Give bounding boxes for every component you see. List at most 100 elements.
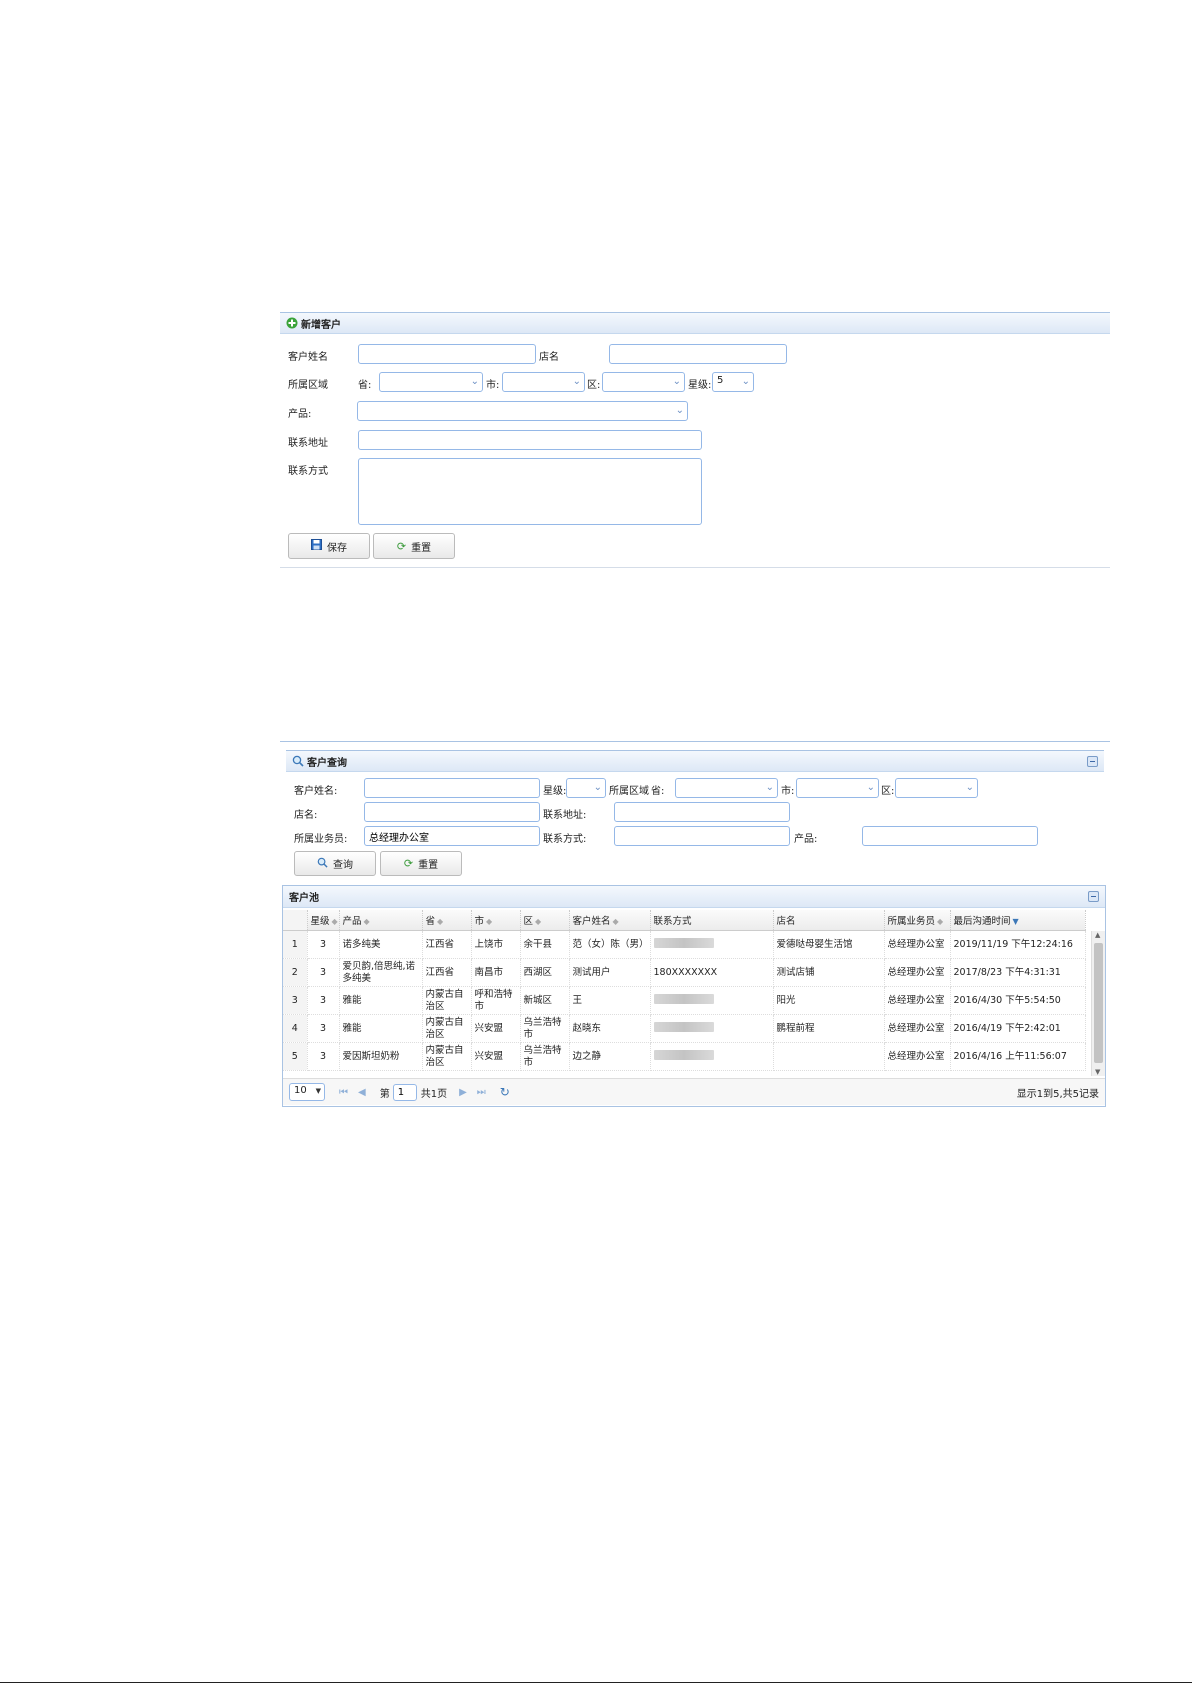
district-select[interactable]: ⌄ <box>602 372 685 392</box>
table-row[interactable]: 1 3 诺多纯美 江西省 上饶市 余干县 范（女）陈（男） 爱德哒母婴生活馆 总… <box>283 930 1086 959</box>
q-address-label: 联系地址: <box>543 810 587 821</box>
cell-city: 兴安盟 <box>471 1042 521 1071</box>
page-size-select[interactable]: 10 ▼ <box>289 1083 325 1101</box>
shop-input[interactable] <box>609 344 787 364</box>
q-star-select[interactable]: ⌄ <box>566 778 606 798</box>
cell-shop: 爱德哒母婴生活馆 <box>773 930 885 959</box>
add-customer-panel: 新增客户 客户姓名 店名 所属区域 省: ⌄ 市: ⌄ 区: ⌄ 星级: 5 ⌄ … <box>280 312 1110 569</box>
q-city-select[interactable]: ⌄ <box>796 778 879 798</box>
shop-label: 店名 <box>539 352 559 363</box>
row-number: 5 <box>283 1042 308 1071</box>
city-select[interactable]: ⌄ <box>502 372 585 392</box>
cell-product: 诺多纯美 <box>339 930 423 959</box>
redacted-contact <box>653 1049 714 1060</box>
sort-desc-icon: ▼ <box>1012 917 1019 926</box>
name-input[interactable] <box>358 344 536 364</box>
cell-district: 乌兰浩特市 <box>520 1014 570 1043</box>
col-customer-name[interactable]: 客户姓名 ◆ <box>569 910 651 931</box>
q-product-input[interactable] <box>862 826 1038 846</box>
table-row[interactable]: 3 3 雅能 内蒙古自治区 呼和浩特市 新城区 王 阳光 总经理办公室 2016… <box>283 986 1086 1015</box>
pagination-bar: 10 ▼ ⏮ ◀ 第 共1页 ▶ ⏭ ↻ 显示1到5,共5记录 <box>283 1078 1105 1105</box>
row-number-header <box>283 910 308 931</box>
grid-header: 客户池 <box>283 886 1105 908</box>
cell-shop: 阳光 <box>773 986 885 1015</box>
cell-last-contact: 2016/4/19 下午2:42:01 <box>950 1014 1086 1043</box>
save-button[interactable]: 保存 <box>288 533 370 559</box>
next-page-icon[interactable]: ▶ <box>459 1087 467 1098</box>
table-row[interactable]: 2 3 爱贝韵,倍思纯,诺多纯美 江西省 南昌市 西湖区 测试用户 180XXX… <box>283 958 1086 987</box>
grid-title: 客户池 <box>289 893 319 904</box>
reset-label: 重置 <box>411 542 432 554</box>
cell-contact-blurred <box>650 1014 774 1043</box>
q-reset-button[interactable]: ⟳ 重置 <box>380 851 462 876</box>
cell-province: 内蒙古自治区 <box>422 986 472 1015</box>
scroll-up-arrow[interactable]: ▲ <box>1095 931 1100 939</box>
cell-customer-name: 王 <box>569 986 651 1015</box>
table-row[interactable]: 5 3 爱因斯坦奶粉 内蒙古自治区 兴安盟 乌兰浩特市 边之静 总经理办公室 2… <box>283 1042 1086 1071</box>
chevron-down-icon: ⌄ <box>965 782 974 793</box>
col-province[interactable]: 省 ◆ <box>422 910 472 931</box>
cell-product: 爱因斯坦奶粉 <box>339 1042 423 1071</box>
table-row[interactable]: 4 3 雅能 内蒙古自治区 兴安盟 乌兰浩特市 赵晓东 鹏程前程 总经理办公室 … <box>283 1014 1086 1043</box>
q-salesman-input[interactable] <box>364 826 540 846</box>
q-contact-label: 联系方式: <box>543 834 587 845</box>
chevron-down-icon: ⌄ <box>741 376 750 387</box>
province-select[interactable]: ⌄ <box>379 372 483 392</box>
q-star-label: 星级: <box>543 786 567 797</box>
prev-page-icon[interactable]: ◀ <box>358 1087 366 1098</box>
q-name-input[interactable] <box>364 778 540 798</box>
query-button[interactable]: 查询 <box>294 851 376 876</box>
sort-icon: ◆ <box>535 917 542 926</box>
cell-salesman: 总经理办公室 <box>884 1014 951 1043</box>
col-district[interactable]: 区 ◆ <box>520 910 570 931</box>
reset-button[interactable]: ⟳ 重置 <box>373 533 455 559</box>
first-page-icon[interactable]: ⏮ <box>339 1087 348 1098</box>
cell-salesman: 总经理办公室 <box>884 1042 951 1071</box>
q-shop-input[interactable] <box>364 802 540 822</box>
q-district-select[interactable]: ⌄ <box>895 778 978 798</box>
sort-icon: ◆ <box>937 917 944 926</box>
query-label: 查询 <box>333 860 353 871</box>
search-icon <box>317 857 328 871</box>
cell-district: 新城区 <box>520 986 570 1015</box>
cell-city: 上饶市 <box>471 930 521 959</box>
product-select[interactable]: ⌄ <box>357 401 688 421</box>
cell-contact: 180XXXXXXX <box>650 958 774 987</box>
chevron-down-icon: ⌄ <box>470 376 479 387</box>
col-product[interactable]: 产品 ◆ <box>339 910 423 931</box>
query-title: 客户查询 <box>307 757 347 769</box>
refresh-icon[interactable]: ↻ <box>500 1085 510 1099</box>
collapse-icon[interactable] <box>1087 756 1098 767</box>
vertical-scrollbar[interactable]: ▲ ▼ <box>1091 931 1105 1076</box>
col-salesman[interactable]: 所属业务员 ◆ <box>884 910 951 931</box>
chevron-down-icon: ⌄ <box>866 782 875 793</box>
col-star[interactable]: 星级 ◆ <box>307 910 340 931</box>
page-number-input[interactable] <box>392 1083 417 1101</box>
query-panel: 客户查询 客户姓名: 星级: ⌄ 所属区域 省: ⌄ 市: ⌄ 区: ⌄ 店名:… <box>280 741 1110 882</box>
search-icon <box>292 755 304 767</box>
last-page-icon[interactable]: ⏭ <box>477 1087 486 1098</box>
col-shop[interactable]: 店名 <box>773 910 885 931</box>
scroll-down-arrow[interactable]: ▼ <box>1095 1068 1100 1076</box>
col-city[interactable]: 市 ◆ <box>471 910 521 931</box>
contact-textarea[interactable] <box>358 458 702 525</box>
redacted-contact <box>653 937 714 948</box>
q-address-input[interactable] <box>614 802 790 822</box>
col-contact[interactable]: 联系方式 <box>650 910 774 931</box>
collapse-icon[interactable] <box>1088 891 1099 902</box>
row-number: 4 <box>283 1014 308 1043</box>
chevron-down-icon: ⌄ <box>672 376 681 387</box>
cell-salesman: 总经理办公室 <box>884 958 951 987</box>
address-input[interactable] <box>358 430 702 450</box>
page-footer-line <box>0 1682 1192 1683</box>
col-last-contact[interactable]: 最后沟通时间 ▼ <box>950 910 1086 931</box>
add-icon <box>286 317 298 329</box>
sort-icon: ◆ <box>612 917 619 926</box>
cell-star: 3 <box>307 1042 340 1071</box>
q-contact-input[interactable] <box>614 826 790 846</box>
scroll-thumb[interactable] <box>1094 943 1103 1063</box>
cell-city: 南昌市 <box>471 958 521 987</box>
star-select[interactable]: 5 ⌄ <box>712 372 754 392</box>
q-province-select[interactable]: ⌄ <box>675 778 778 798</box>
cell-salesman: 总经理办公室 <box>884 930 951 959</box>
